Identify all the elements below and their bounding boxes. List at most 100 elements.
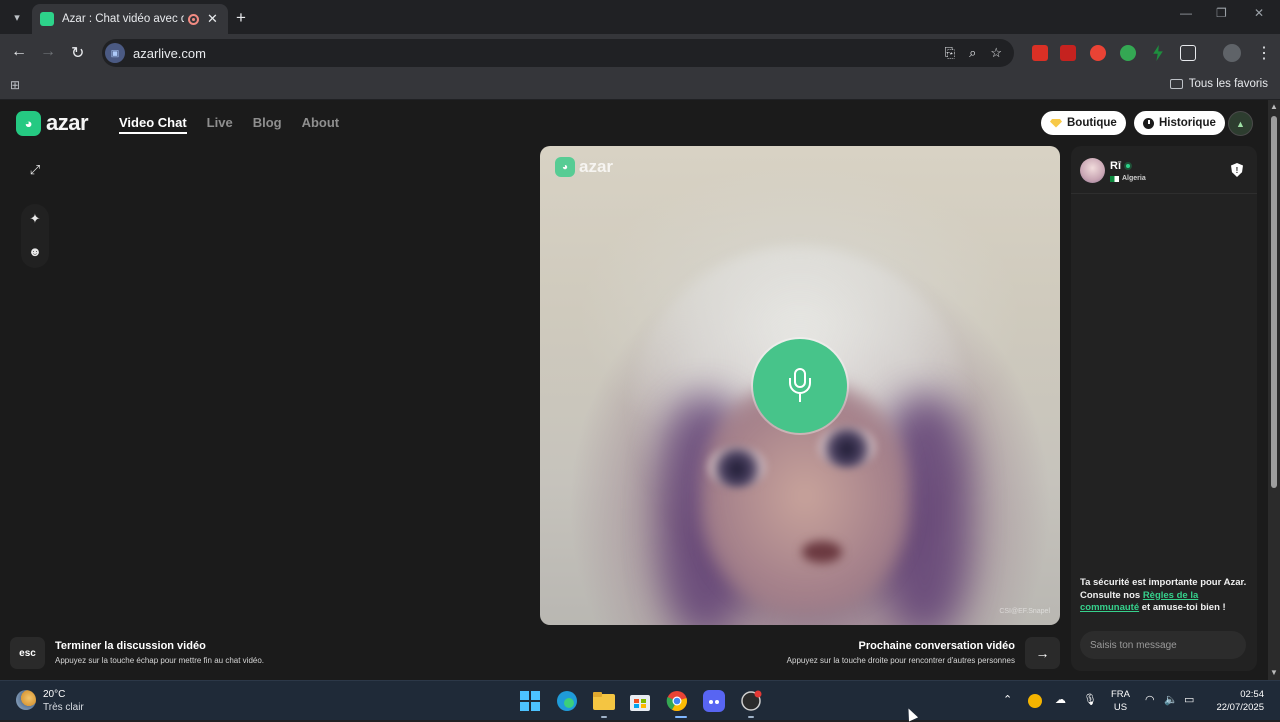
historique-label: Historique: [1159, 117, 1216, 129]
maximize-icon[interactable]: ❐: [1216, 6, 1227, 20]
obs-recorder-icon[interactable]: [739, 689, 763, 713]
expand-view-icon[interactable]: ⤢: [25, 160, 45, 180]
partner-video: ◕ azar CSI@EF.Snapel: [540, 146, 1060, 625]
next-chat-hint: Appuyez sur la touche droite pour rencon…: [786, 656, 1015, 665]
input-language[interactable]: FRA US: [1111, 688, 1130, 714]
weather-temperature[interactable]: 20°C: [43, 689, 65, 700]
file-explorer-icon[interactable]: [592, 689, 616, 713]
tab-close-icon[interactable]: ✕: [207, 11, 218, 27]
nav-blog[interactable]: Blog: [253, 115, 282, 134]
zoom-icon[interactable]: ⌕: [969, 45, 976, 61]
tab-search-chevron-icon[interactable]: ▾: [6, 6, 28, 28]
peer-country: Algeria: [1122, 175, 1146, 182]
onedrive-cloud-icon[interactable]: ☁: [1055, 693, 1066, 706]
new-tab-icon[interactable]: +: [236, 8, 246, 28]
extension-check-icon[interactable]: [1120, 45, 1136, 61]
folder-icon: [1169, 79, 1183, 89]
tray-overflow-icon[interactable]: ⌃: [1003, 693, 1012, 706]
end-chat-title: Terminer la discussion vidéo: [55, 640, 206, 652]
browser-tab-active[interactable]: Azar : Chat vidéo avec de n ✕: [32, 4, 228, 34]
address-bar[interactable]: ▣ azarlive.com ⎘ ⌕ ☆: [102, 39, 1014, 67]
wifi-icon[interactable]: ◠: [1145, 693, 1155, 706]
volume-icon[interactable]: 🔈: [1164, 693, 1178, 706]
next-chat-shortcut[interactable]: Prochaine conversation vidéo Appuyez sur…: [760, 637, 1060, 669]
tab-title: Azar : Chat vidéo avec de n: [62, 13, 184, 25]
azar-page: ◕ azar Video Chat Live Blog About Boutiq…: [0, 100, 1268, 680]
apps-grid-icon[interactable]: ⊞: [10, 78, 20, 92]
azar-logo[interactable]: ◕ azar: [16, 110, 89, 136]
azar-logo-text: azar: [46, 110, 89, 135]
all-bookmarks-button[interactable]: Tous les favoris: [1169, 78, 1268, 90]
peer-avatar[interactable]: [1080, 158, 1105, 183]
reload-icon[interactable]: ↻: [71, 43, 84, 63]
back-icon[interactable]: ←: [11, 43, 27, 61]
weather-moon-icon[interactable]: [16, 690, 36, 710]
report-shield-icon[interactable]: !: [1231, 163, 1243, 177]
site-info-icon[interactable]: ▣: [105, 43, 125, 63]
profile-avatar-icon[interactable]: [1223, 44, 1241, 62]
safety-text-end: et amuse-toi bien !: [1139, 602, 1226, 613]
microsoft-store-icon[interactable]: [628, 689, 652, 713]
extension-bolt-icon[interactable]: [1153, 45, 1163, 61]
face-filter-icon[interactable]: ☻: [25, 241, 45, 261]
extensions-puzzle-icon[interactable]: [1180, 45, 1196, 61]
nav-about[interactable]: About: [302, 115, 340, 134]
end-chat-shortcut[interactable]: esc Terminer la discussion vidéo Appuyez…: [10, 637, 310, 669]
microphone-button[interactable]: [753, 339, 847, 433]
microphone-icon: [787, 368, 813, 404]
battery-icon[interactable]: ▭: [1184, 693, 1194, 706]
install-app-icon[interactable]: ⎘: [945, 45, 955, 61]
edge-browser-icon[interactable]: [555, 689, 579, 713]
keyboard-layout: US: [1113, 702, 1128, 713]
algeria-flag-icon: [1110, 175, 1119, 182]
nav-live[interactable]: Live: [207, 115, 233, 134]
next-arrow-icon[interactable]: →: [1025, 637, 1060, 669]
scrollbar-thumb[interactable]: [1271, 116, 1277, 488]
forward-icon[interactable]: →: [40, 43, 56, 61]
chat-panel: Rī Algeria ! Ta sécurité est importante …: [1071, 146, 1257, 671]
bookmark-star-icon[interactable]: ☆: [990, 45, 1002, 61]
tray-app-icon[interactable]: [1028, 694, 1042, 708]
video-azar-logo: ◕ azar: [555, 157, 613, 177]
user-avatar[interactable]: ▲: [1228, 111, 1253, 136]
nav-video-chat[interactable]: Video Chat: [119, 115, 187, 134]
next-chat-title: Prochaine conversation vidéo: [858, 640, 1016, 652]
sparkle-effects-icon[interactable]: ✦: [25, 209, 45, 229]
windows-start-icon[interactable]: [518, 689, 542, 713]
scroll-up-icon[interactable]: ▲: [1270, 102, 1278, 111]
browser-menu-icon[interactable]: ⋮: [1256, 43, 1272, 63]
esc-key[interactable]: esc: [10, 637, 45, 669]
online-status-icon: [1124, 162, 1132, 170]
clock-date: 22/07/2025: [1216, 702, 1264, 713]
historique-button[interactable]: Historique: [1134, 111, 1225, 135]
extension-badge-icon[interactable]: [1032, 45, 1048, 61]
all-bookmarks-label: Tous les favoris: [1188, 78, 1268, 90]
weather-description[interactable]: Très clair: [43, 702, 84, 713]
azar-favicon-icon: [40, 12, 54, 26]
boutique-button[interactable]: Boutique: [1041, 111, 1126, 135]
peer-name[interactable]: Rī: [1110, 160, 1121, 172]
page-scrollbar[interactable]: ▲ ▼: [1268, 100, 1280, 680]
video-watermark: CSI@EF.Snapel: [999, 608, 1050, 615]
message-input[interactable]: [1080, 631, 1246, 659]
lang-code: FRA: [1111, 689, 1130, 700]
azar-logo-mark-icon: ◕: [16, 110, 41, 136]
tray-microphone-icon[interactable]: 🎙: [1083, 693, 1097, 706]
extension-hand-icon[interactable]: [1090, 45, 1106, 61]
recording-indicator-icon: [188, 13, 199, 25]
gem-icon: [1050, 118, 1062, 128]
video-logo-text: azar: [579, 157, 614, 176]
chrome-icon[interactable]: [665, 689, 689, 713]
video-logo-mark-icon: ◕: [555, 157, 575, 177]
peer-header: Rī Algeria !: [1071, 146, 1257, 194]
extension-video-icon[interactable]: [1060, 45, 1076, 61]
url-text[interactable]: azarlive.com: [133, 46, 206, 61]
scroll-down-icon[interactable]: ▼: [1270, 668, 1278, 677]
windows-taskbar: 20°C Très clair ⌃ ☁ 🎙 FRA US ◠ 🔈 ▭ 02:54…: [0, 680, 1280, 720]
discord-icon[interactable]: [702, 689, 726, 713]
browser-tab-strip: ▾ Azar : Chat vidéo avec de n ✕ + — ❐ ✕: [0, 0, 1280, 34]
minimize-icon[interactable]: —: [1180, 6, 1192, 20]
window-close-icon[interactable]: ✕: [1254, 6, 1264, 20]
main-nav: Video Chat Live Blog About: [119, 115, 339, 134]
clock[interactable]: 02:54 22/07/2025: [1212, 688, 1264, 714]
